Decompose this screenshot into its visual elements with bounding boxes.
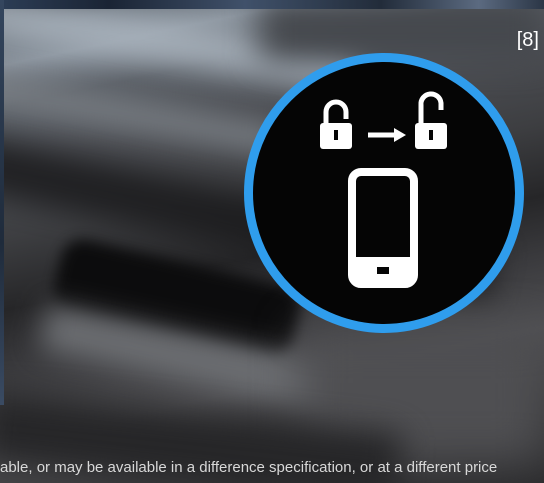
smartphone-icon	[348, 168, 418, 288]
lock-open-icon	[415, 91, 447, 149]
adjacent-image-strip-top	[0, 0, 544, 9]
lock-closed-icon	[320, 99, 352, 149]
photo-mid-band	[0, 70, 281, 156]
arrow-right-icon	[368, 128, 406, 142]
home-button-icon	[377, 267, 389, 274]
disclaimer-caption: able, or may be available in a differenc…	[0, 459, 498, 476]
phone-unlock-feature-badge	[244, 53, 524, 333]
screen: [8] able, or may be available in a diffe…	[0, 0, 544, 483]
badge-icons	[320, 91, 447, 288]
adjacent-image-strip-left	[0, 0, 4, 405]
photo-upper-right-area	[260, 0, 544, 60]
footnote-marker: [8]	[516, 29, 539, 51]
